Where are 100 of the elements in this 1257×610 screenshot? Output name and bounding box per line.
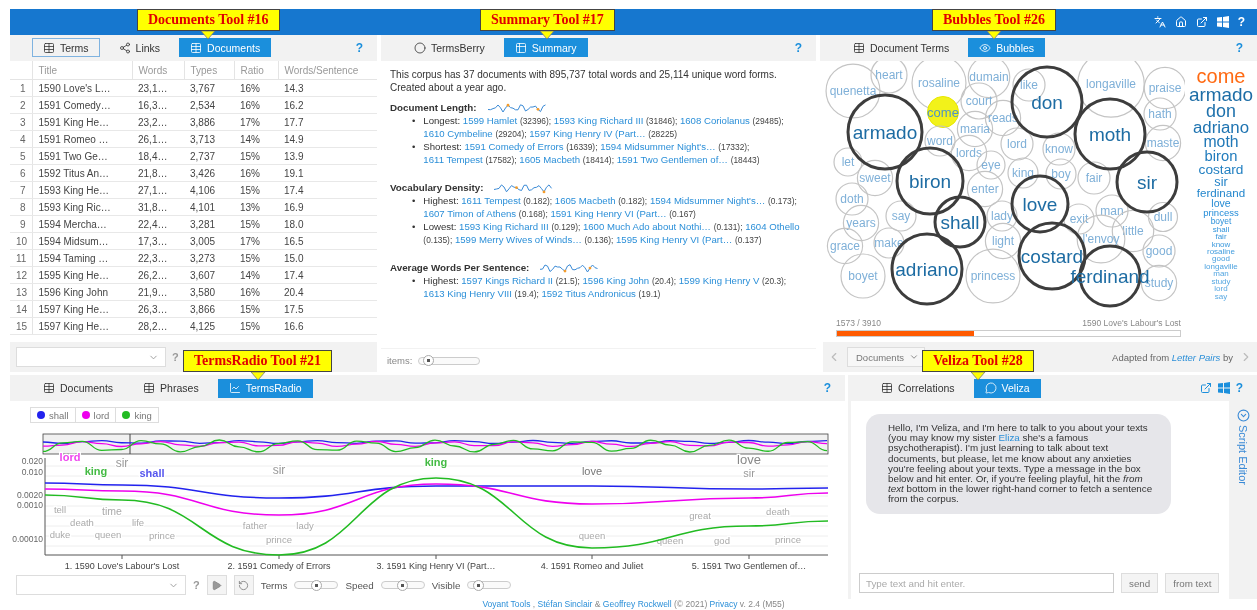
footer-link[interactable]: Geoffrey Rockwell: [602, 599, 672, 609]
tab[interactable]: Veliza: [973, 378, 1041, 398]
document-link[interactable]: 1597 King Henry IV (Part…: [529, 127, 646, 139]
tab[interactable]: TermsBerry: [403, 38, 496, 58]
legend-item[interactable]: king: [115, 407, 159, 423]
tab[interactable]: Phrases: [132, 378, 210, 398]
tab[interactable]: Correlations: [870, 378, 966, 398]
table-cell: 15.0: [278, 249, 377, 267]
slider[interactable]: [380, 581, 425, 589]
document-link[interactable]: 1613 King Henry VIII: [423, 287, 512, 299]
footer-link[interactable]: Voyant Tools: [482, 599, 531, 609]
help-button[interactable]: ?: [821, 381, 833, 395]
document-link[interactable]: 1605 Macbeth: [554, 195, 616, 207]
slider-thumb[interactable]: [473, 579, 485, 591]
document-link[interactable]: 1597 Kings Richard II: [461, 275, 553, 287]
bubble-outline[interactable]: [1073, 97, 1147, 171]
document-link[interactable]: 1599 King Henry V: [678, 275, 760, 287]
document-link[interactable]: 1592 Titus Andronicus: [541, 287, 636, 299]
from-text-button[interactable]: from text: [1165, 573, 1220, 593]
document-link[interactable]: 1604 Othello: [745, 221, 800, 233]
column-header[interactable]: Words: [132, 60, 184, 80]
footer-link[interactable]: Stéfan Sinclair: [537, 599, 593, 609]
slider[interactable]: [294, 581, 339, 589]
column-header[interactable]: Title: [32, 60, 132, 80]
windows-icon[interactable]: [1216, 15, 1229, 28]
help-button[interactable]: ?: [1237, 14, 1245, 29]
bubble-word: man: [1100, 204, 1124, 219]
document-link[interactable]: 1599 Hamlet: [462, 115, 518, 127]
tab[interactable]: TermsRadio: [217, 378, 313, 398]
help-button[interactable]: ?: [353, 40, 365, 55]
document-link[interactable]: 1611 Tempest: [461, 195, 521, 207]
legend-item[interactable]: lord: [74, 407, 117, 423]
table-cell: 22,3…: [132, 249, 184, 267]
play-button[interactable]: [206, 575, 227, 595]
bubble-word: enter: [971, 182, 999, 197]
table-cell: 17.4: [278, 181, 377, 199]
help-button[interactable]: ?: [193, 579, 200, 591]
help-button[interactable]: ?: [1235, 381, 1243, 395]
table-cell: 16.5: [278, 232, 377, 250]
overview-drawing[interactable]: [42, 433, 829, 455]
document-link[interactable]: 1600 Much Ado about Nothi…: [582, 221, 711, 233]
document-link[interactable]: 1594 Midsummer Night's…: [600, 141, 716, 153]
tab[interactable]: Documents: [179, 38, 272, 58]
document-link[interactable]: 1591 Comedy of Errors: [464, 141, 564, 153]
items-slider[interactable]: [418, 356, 481, 365]
document-link[interactable]: 1599 Merry Wives of Winds…: [454, 233, 582, 245]
document-link[interactable]: 1593 King Richard III: [459, 221, 549, 233]
home-icon[interactable]: [1174, 15, 1187, 28]
external-link-icon[interactable]: [1199, 382, 1212, 394]
document-link[interactable]: 1591 Two Gentlemen of…: [616, 153, 728, 165]
table-cell: 17.7: [278, 113, 377, 131]
document-link[interactable]: 1605 Macbeth: [519, 153, 581, 165]
table-cell: 1591 Romeo …: [32, 130, 132, 148]
document-link[interactable]: 1594 Midsummer Night's…: [649, 195, 766, 207]
document-link[interactable]: 1607 Timon of Athens: [423, 207, 517, 219]
column-header[interactable]: Ratio: [234, 60, 278, 80]
slider-thumb[interactable]: [397, 579, 409, 591]
select-field[interactable]: [16, 575, 186, 595]
term-word: love: [1211, 199, 1231, 209]
term-word: death: [766, 506, 790, 517]
credit-link[interactable]: Letter Pairs: [1171, 351, 1221, 363]
footer-link[interactable]: Privacy: [709, 599, 738, 609]
documents-select[interactable]: Documents: [847, 347, 925, 367]
bubble-outline[interactable]: [933, 195, 987, 249]
help-button[interactable]: ?: [1233, 40, 1245, 55]
document-link[interactable]: 1593 King Richard III: [553, 115, 644, 127]
windows-icon[interactable]: [1217, 382, 1230, 394]
tab[interactable]: Summary: [503, 38, 588, 58]
external-link-icon[interactable]: [1195, 15, 1208, 28]
help-button[interactable]: ?: [792, 40, 804, 55]
document-link[interactable]: 1610 Cymbeline: [423, 127, 493, 139]
document-link[interactable]: 1595 King Henry VI (Part…: [616, 233, 733, 245]
callout-arrow-icon: [969, 372, 986, 380]
tab[interactable]: Bubbles: [968, 38, 1046, 58]
chevron-icon[interactable]: [1236, 409, 1250, 422]
script-editor-tab[interactable]: Script Editor: [1237, 425, 1249, 485]
document-link[interactable]: 1591 King Henry VI (Part…: [550, 207, 667, 219]
table-cell: 15%: [234, 147, 278, 165]
slider-thumb[interactable]: [423, 355, 435, 366]
select-field[interactable]: [16, 347, 166, 367]
table-icon: [43, 382, 55, 394]
document-link[interactable]: 1596 King John: [582, 275, 650, 287]
tab[interactable]: Terms: [32, 38, 100, 58]
column-header[interactable]: Words/Sentence: [278, 60, 377, 80]
column-header[interactable]: Types: [184, 60, 234, 80]
message-input[interactable]: Type text and hit enter.: [859, 573, 1114, 593]
term-word: prince: [149, 530, 175, 541]
help-button[interactable]: ?: [172, 351, 179, 363]
tab[interactable]: Documents: [32, 378, 125, 398]
document-link[interactable]: 1611 Tempest: [423, 153, 483, 165]
tab[interactable]: Document Terms: [842, 38, 961, 58]
slider[interactable]: [467, 581, 512, 589]
legend-item[interactable]: shall: [30, 407, 76, 423]
send-button[interactable]: send: [1121, 573, 1159, 593]
translate-icon[interactable]: [1153, 15, 1166, 28]
tab[interactable]: Links: [107, 38, 172, 58]
reset-button[interactable]: [233, 575, 254, 595]
document-link[interactable]: 1608 Coriolanus: [679, 115, 750, 127]
eliza-link[interactable]: Eliza: [998, 432, 1020, 444]
slider-thumb[interactable]: [310, 579, 322, 591]
